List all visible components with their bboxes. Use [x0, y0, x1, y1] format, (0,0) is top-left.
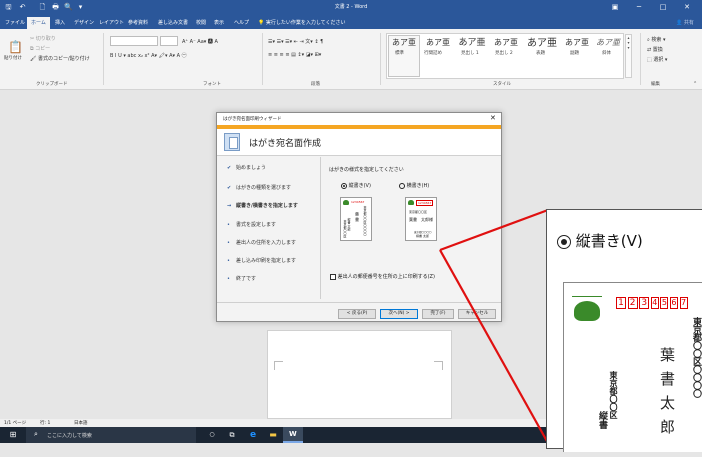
callout-sender-name: 縦書 [597, 411, 607, 429]
zip-digit: 7 [679, 297, 688, 309]
callout-zip-boxes: 1 2 3 4 5 6 7 [616, 297, 688, 309]
callout-recipient-name: 葉 書 太 郎 [660, 343, 676, 439]
name-char: 郎 [660, 418, 676, 436]
name-char: 太 [660, 394, 676, 412]
callout-label: 縦書き(V) [575, 232, 643, 250]
zip-digit: 5 [660, 297, 669, 309]
stamp-icon [574, 301, 600, 321]
name-char: 書 [660, 370, 676, 388]
zip-digit: 6 [669, 297, 678, 309]
zip-digit: 2 [627, 297, 638, 309]
callout-line-bottom [439, 249, 549, 443]
callout-vertical-option: 縦書き(V) [557, 230, 643, 251]
callout-sender-address: 東京都〇〇区 [609, 371, 618, 419]
zip-digit: 4 [650, 297, 659, 309]
callout-postcard: 1 2 3 4 5 6 7 東京都〇〇区〇〇〇〇 葉 書 太 郎 東京都〇〇区 … [563, 282, 702, 452]
callout-recipient-address: 東京都〇〇区〇〇〇〇 [691, 317, 701, 397]
callout-radio [557, 234, 571, 249]
name-char: 葉 [660, 346, 676, 364]
callout-line-top [439, 208, 549, 252]
zoom-callout: 縦書き(V) 1 2 3 4 5 6 7 東京都〇〇区〇〇〇〇 葉 書 太 郎 … [546, 209, 702, 452]
stamp-line [572, 296, 602, 297]
zip-digit: 3 [639, 297, 650, 309]
zip-digit: 1 [616, 297, 626, 309]
